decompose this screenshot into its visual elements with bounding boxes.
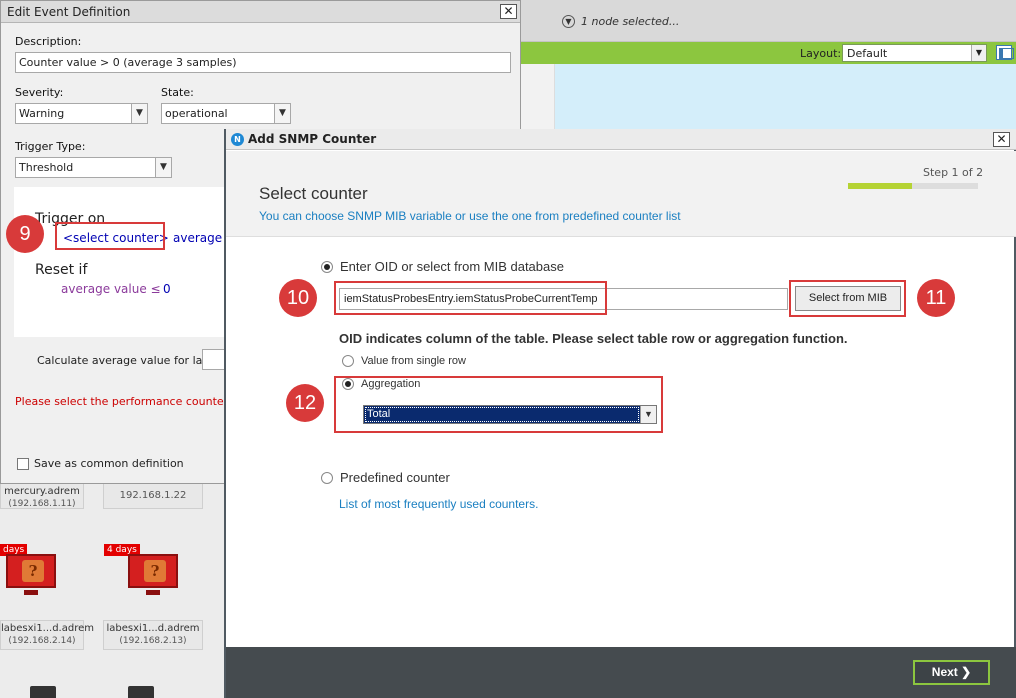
annotation-badge-10: 10 — [279, 279, 317, 317]
state-label: State: — [161, 86, 194, 99]
monitor-icon[interactable]: ? — [124, 552, 182, 596]
save-common-checkbox[interactable]: Save as common definition — [17, 457, 184, 470]
monitor-icon[interactable]: ? — [2, 552, 60, 596]
average-link[interactable]: average — [173, 231, 222, 245]
node-ip: (192.168.1.11) — [8, 499, 76, 509]
node-card-label[interactable]: labesxi1...d.adrem (192.168.2.14) — [0, 620, 94, 650]
reset-if-heading: Reset if — [35, 262, 88, 278]
radio-predefined-label: Predefined counter — [340, 470, 450, 485]
annotation-highlight — [789, 280, 906, 317]
server-icon[interactable] — [128, 686, 154, 698]
next-button[interactable]: Next ❯ — [913, 660, 990, 685]
annotation-highlight — [334, 376, 663, 433]
chevron-down-icon: ▼ — [131, 104, 147, 123]
layout-label: Layout: — [800, 47, 842, 60]
step-label: Step 1 of 2 — [923, 166, 984, 179]
reset-expression-link[interactable]: average value ≤ — [61, 282, 161, 296]
step-progress-remaining — [912, 183, 978, 189]
wizard-footer: Next ❯ — [226, 647, 1016, 698]
radio-unselected-icon[interactable] — [342, 355, 354, 367]
annotation-badge-11: 11 — [917, 279, 955, 317]
edit-event-titlebar: Edit Event Definition ✕ — [1, 1, 520, 23]
annotation-highlight — [334, 281, 607, 315]
node-name: mercury.adrem — [4, 486, 80, 497]
close-icon[interactable]: ✕ — [993, 132, 1010, 147]
save-common-label: Save as common definition — [34, 457, 184, 470]
severity-select[interactable]: Warning ▼ — [15, 103, 148, 124]
trigger-type-value: Threshold — [19, 161, 74, 174]
state-select[interactable]: operational ▼ — [161, 103, 291, 124]
wizard-header: Step 1 of 2 Select counter You can choos… — [226, 151, 1016, 237]
layout-value: Default — [847, 47, 888, 60]
radio-single-row-label: Value from single row — [361, 355, 466, 367]
window-title: Edit Event Definition — [7, 5, 131, 19]
node-toolbar: ▼ 1 node selected... — [520, 0, 1016, 42]
node-name: labesxi1...d.adrem — [1, 623, 94, 634]
chevron-down-icon: ▼ — [155, 158, 171, 177]
error-message: Please select the performance counter. — [15, 395, 231, 408]
node-selection-toggle[interactable]: ▼ 1 node selected... — [562, 15, 679, 28]
checkbox-icon[interactable] — [17, 457, 29, 470]
chevron-right-icon: ❯ — [961, 665, 972, 679]
calc-average-label: Calculate average value for last — [37, 354, 213, 367]
chevron-down-icon: ▼ — [562, 15, 575, 28]
predefined-counters-link[interactable]: List of most frequently used counters. — [339, 497, 538, 511]
wizard-heading: Select counter — [259, 184, 368, 203]
radio-single-row[interactable]: Value from single row — [342, 355, 466, 367]
chevron-down-icon: ▼ — [971, 45, 986, 61]
radio-enter-oid[interactable]: Enter OID or select from MIB database — [321, 259, 564, 274]
next-label: Next — [931, 665, 958, 679]
trigger-type-label: Trigger Type: — [15, 140, 86, 153]
node-ip: (192.168.2.13) — [119, 636, 187, 646]
layout-panel-icon[interactable] — [996, 45, 1014, 60]
snmp-titlebar: N Add SNMP Counter ✕ — [226, 129, 1016, 150]
radio-enter-oid-label: Enter OID or select from MIB database — [340, 259, 564, 274]
node-card-label[interactable]: mercury.adrem (192.168.1.11) — [0, 483, 84, 509]
severity-value: Warning — [19, 107, 65, 120]
app-logo-icon: N — [231, 133, 244, 146]
state-value: operational — [165, 107, 228, 120]
server-icon[interactable] — [30, 686, 56, 698]
node-card-label[interactable]: labesxi1...d.adrem (192.168.2.13) — [103, 620, 203, 650]
node-ip: (192.168.2.14) — [8, 636, 76, 646]
wizard-subheading: You can choose SNMP MIB variable or use … — [259, 209, 681, 223]
layout-bar: Layout: Default ▼ — [520, 42, 1016, 64]
annotation-badge-12: 12 — [286, 384, 324, 422]
node-selection-text: 1 node selected... — [581, 15, 680, 28]
node-ip: 192.168.1.22 — [119, 490, 187, 501]
description-label: Description: — [15, 35, 82, 48]
trigger-type-select[interactable]: Threshold ▼ — [15, 157, 172, 178]
severity-label: Severity: — [15, 86, 64, 99]
radio-selected-icon[interactable] — [321, 260, 333, 273]
close-icon[interactable]: ✕ — [500, 4, 517, 19]
oid-note: OID indicates column of the table. Pleas… — [339, 331, 848, 346]
chevron-down-icon: ▼ — [274, 104, 290, 123]
radio-predefined[interactable]: Predefined counter — [321, 470, 450, 485]
annotation-highlight — [55, 222, 165, 250]
radio-unselected-icon[interactable] — [321, 471, 333, 484]
reset-value-link[interactable]: 0 — [163, 282, 171, 296]
step-progress-done — [848, 183, 912, 189]
annotation-badge-9: 9 — [6, 215, 44, 253]
description-field[interactable]: Counter value > 0 (average 3 samples) — [15, 52, 511, 73]
dialog-title: Add SNMP Counter — [248, 132, 377, 146]
node-name: labesxi1...d.adrem — [106, 623, 200, 634]
layout-select[interactable]: Default ▼ — [842, 44, 987, 62]
node-card-label[interactable]: 192.168.1.22 — [103, 483, 203, 509]
